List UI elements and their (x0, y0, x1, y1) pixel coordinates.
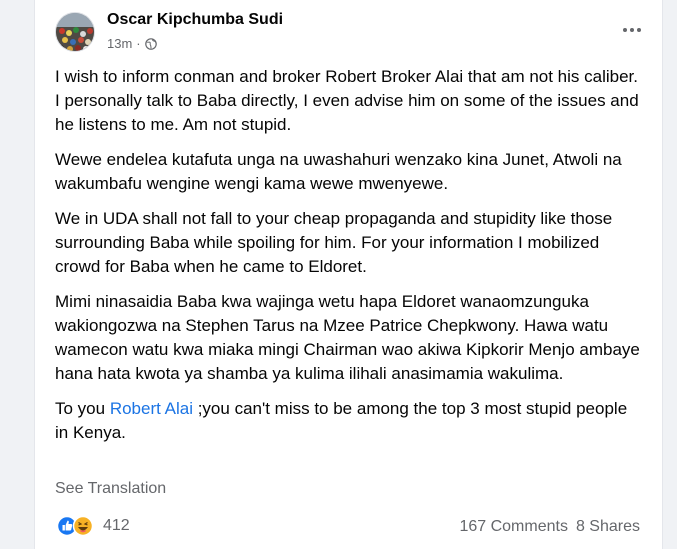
reaction-icons (57, 515, 94, 537)
post-body: I wish to inform conman and broker Rober… (55, 65, 645, 456)
post-paragraph: Wewe endelea kutafuta unga na uwashahuri… (55, 150, 622, 193)
reactions-summary[interactable]: 412 (57, 515, 130, 537)
post-paragraph: We in UDA shall not fall to your cheap p… (55, 209, 613, 276)
more-options-button[interactable] (620, 22, 644, 38)
shares-count-link[interactable]: 8 Shares (576, 518, 640, 536)
post-paragraph-last: To you Robert Alai ;you can't miss to be… (55, 397, 645, 445)
post-paragraph: I wish to inform conman and broker Rober… (55, 67, 639, 134)
dot-icon (630, 28, 634, 32)
dot-icon (637, 28, 641, 32)
avatar[interactable] (55, 12, 95, 52)
dot-icon (623, 28, 627, 32)
globe-icon (144, 37, 157, 50)
post-meta: 13m · (107, 36, 157, 51)
engagement-stats: 167 Comments 8 Shares (459, 518, 640, 536)
text-prefix: To you (55, 399, 110, 418)
see-translation-link[interactable]: See Translation (55, 480, 166, 498)
reaction-count: 412 (103, 517, 130, 534)
crowd-photo-avatar-image (56, 13, 94, 51)
author-name[interactable]: Oscar Kipchumba Sudi (107, 11, 283, 29)
comments-count-link[interactable]: 167 Comments (459, 518, 568, 536)
haha-icon (72, 515, 94, 537)
post-paragraph: Mimi ninasaidia Baba kwa wajinga wetu ha… (55, 292, 640, 383)
mention-link[interactable]: Robert Alai (110, 399, 193, 418)
meta-separator: · (136, 36, 141, 51)
post-card: Oscar Kipchumba Sudi 13m · I wish to inf… (34, 0, 663, 549)
post-time[interactable]: 13m (107, 36, 132, 51)
